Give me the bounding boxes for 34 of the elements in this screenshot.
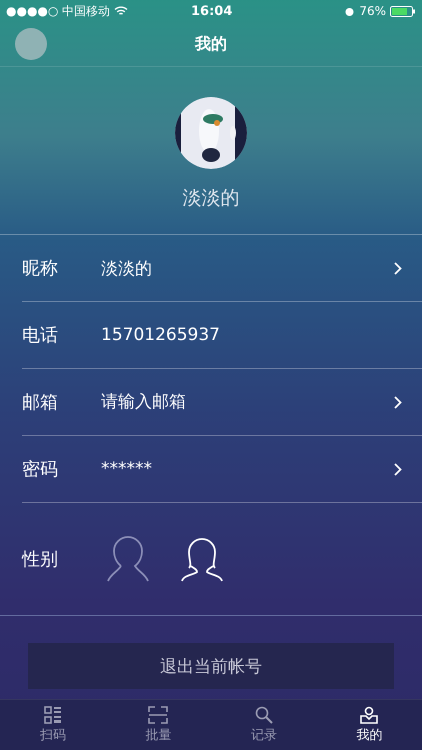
profile-row[interactable]: 邮箱 请输入邮箱 [22, 369, 422, 436]
chevron-icon [394, 262, 402, 274]
tab-item[interactable]: 批量 [106, 700, 211, 750]
email-field[interactable]: 请输入邮箱 [101, 392, 394, 412]
battery-percent: 76% [359, 4, 386, 18]
tab-item[interactable]: 我的 [316, 700, 422, 750]
field-label: 密码 [22, 458, 59, 481]
carrier-signal: ●●●●○ 中国移动 [6, 2, 110, 20]
male-person-icon[interactable] [107, 536, 149, 582]
profile-row[interactable]: 密码 ****** [22, 436, 422, 503]
logout-button[interactable]: 退出当前帐号 [28, 643, 394, 689]
chevron-icon [394, 462, 402, 476]
field-value: ****** [101, 459, 153, 479]
status-time: 16:04 [191, 4, 231, 18]
field-value: 15701265937 [101, 325, 221, 345]
field-label: 性别 [22, 548, 59, 571]
field-label: 昵称 [22, 257, 59, 280]
profile-row[interactable]: 昵称 淡淡的 [22, 235, 422, 302]
page-title: 我的 [195, 34, 227, 54]
scan-frame-icon [148, 706, 168, 724]
search-icon [254, 706, 273, 724]
user-icon [360, 706, 378, 724]
profile-name: 淡淡的 [182, 186, 240, 211]
field-label: 电话 [22, 324, 59, 347]
field-value: 淡淡的 [101, 258, 153, 280]
field-label: 邮箱 [22, 391, 59, 414]
tab-item[interactable]: 扫码 [0, 700, 106, 750]
qr-code-icon [44, 706, 62, 724]
chevron-icon [394, 396, 402, 408]
battery-icon [390, 6, 416, 16]
wifi-icon [114, 6, 128, 16]
female-person-icon[interactable] [181, 536, 223, 582]
tab-item[interactable]: 记录 [211, 700, 316, 750]
profile-row[interactable]: 电话 15701265937 [22, 302, 422, 369]
